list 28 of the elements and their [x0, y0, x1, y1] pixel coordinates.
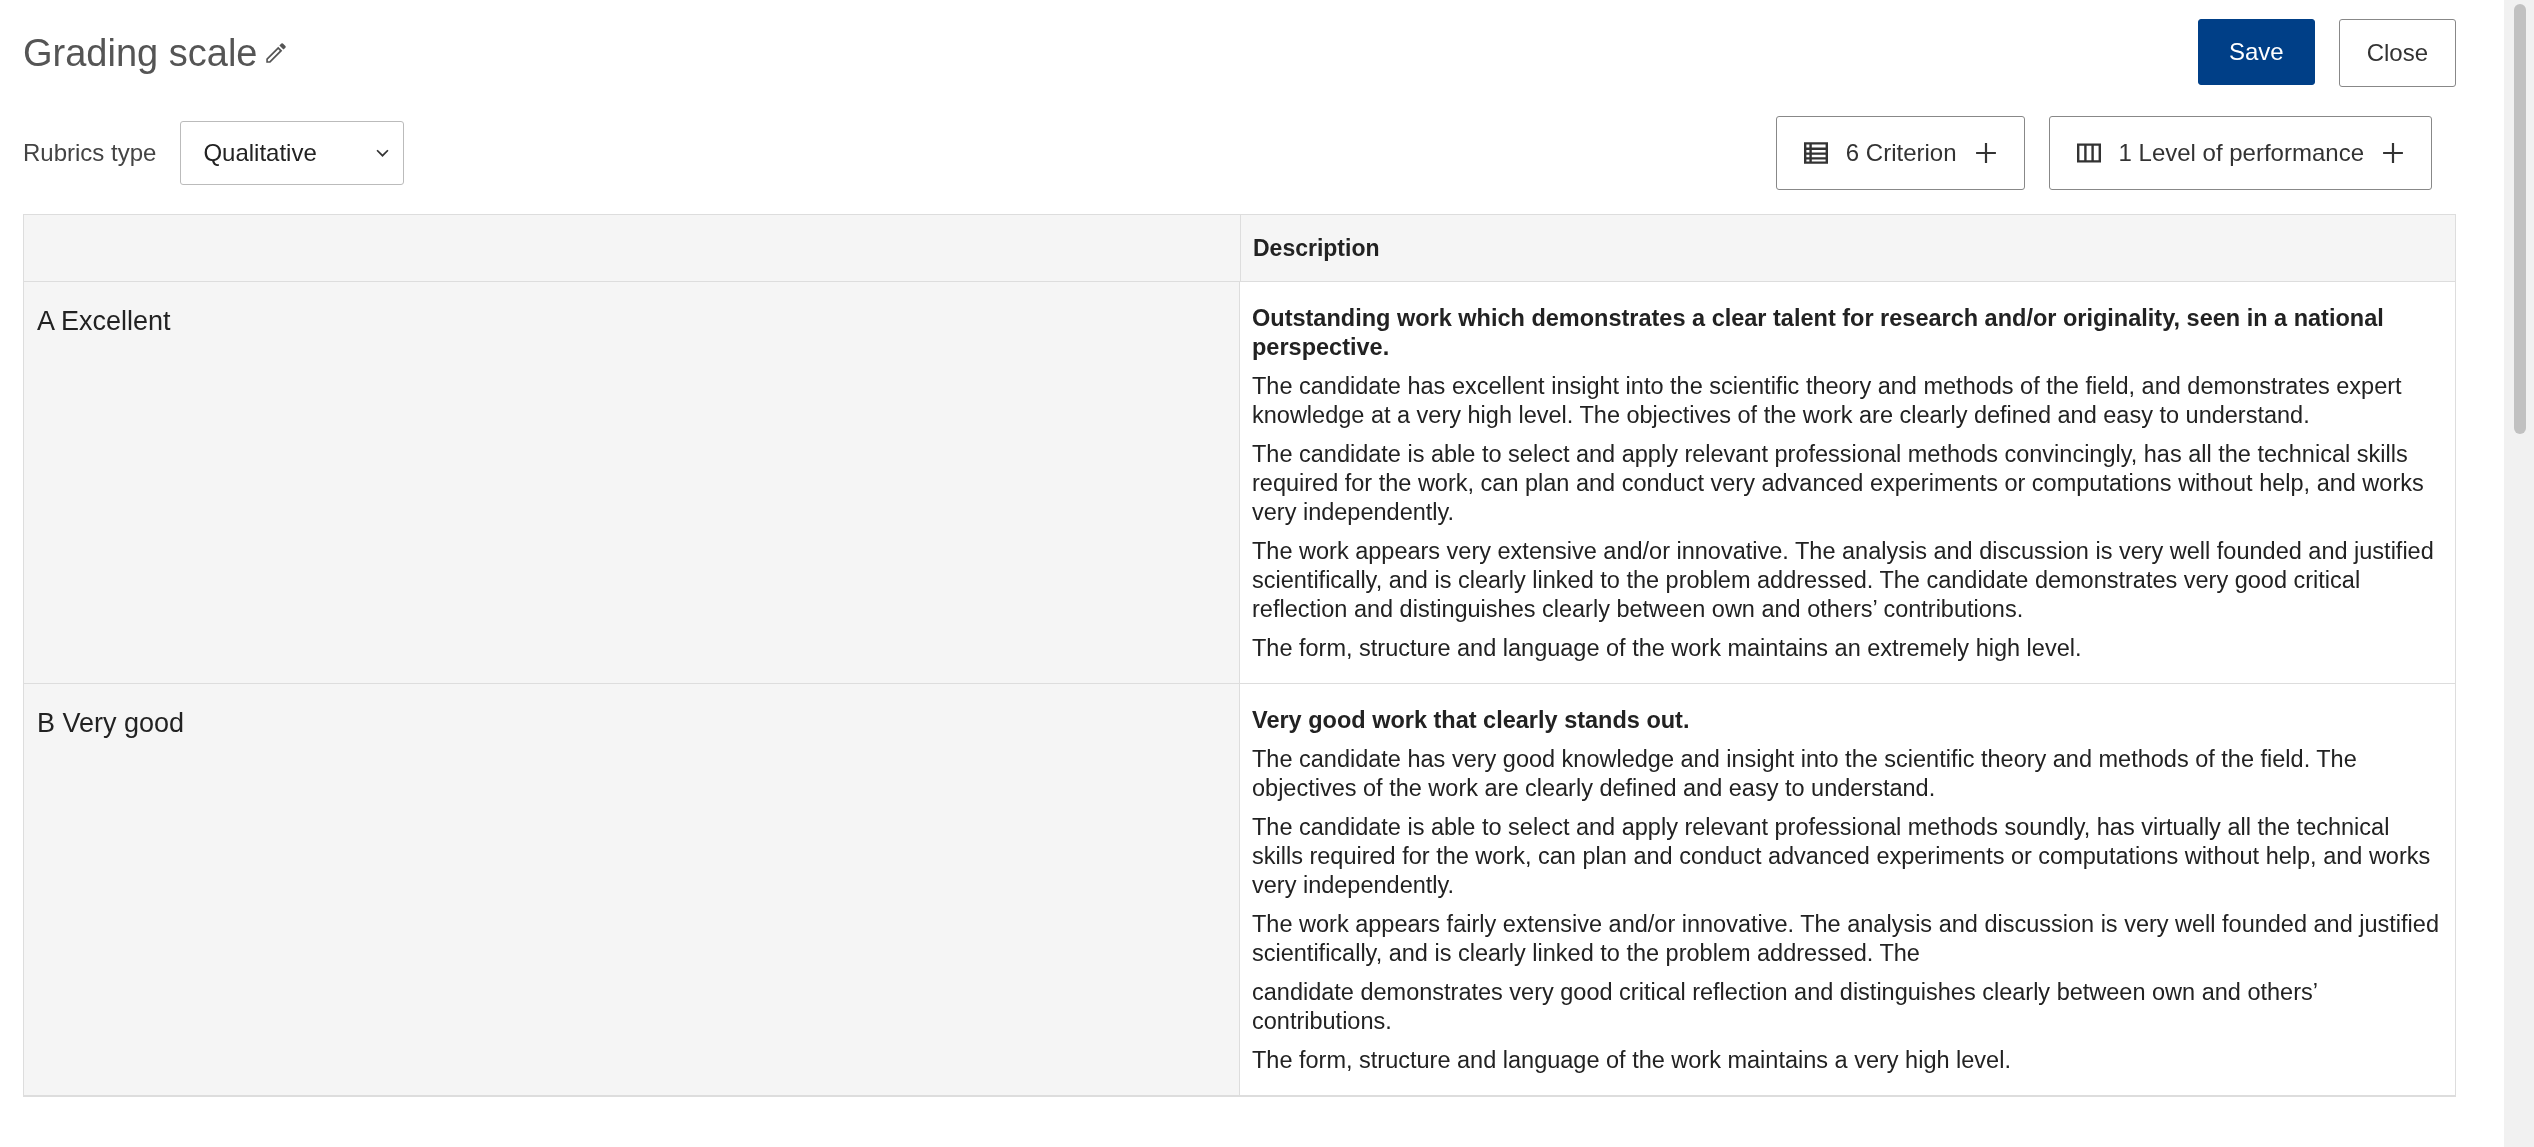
description-paragraph: The candidate has very good knowledge and insight into the scientific theory and methods of the field. The objectives of the work are clearly defined and easy to understand. [1252, 745, 2358, 803]
description-summary: Outstanding work which demonstrates a clear talent for research and/or originality, seen in a national perspective. [1252, 304, 2385, 362]
level-name: A Excellent [37, 306, 171, 336]
plus-icon [1974, 142, 1997, 164]
add-criterion-button[interactable]: 6 Criterion [1775, 116, 2025, 190]
scrollbar-thumb[interactable] [2514, 4, 2526, 434]
description-paragraph: The work appears very extensive and/or innovative. The analysis and discussion is very well founded and justified scientifically, and is clearly linked to the problem addressed. The candidate demonstrates very good critical reflection and distinguishes clearly between own and others’ contributions. [1252, 537, 2435, 624]
description-paragraph: The candidate has excellent insight into the scientific theory and methods of the field, and demonstrates expert knowledge at a very high level. The objectives of the work are clearly defined and easy to understand. [1252, 372, 2403, 430]
level-name: B Very good [37, 708, 185, 738]
table-columns-icon [2076, 143, 2101, 163]
description-paragraph: The candidate is able to select and apply relevant professional methods soundly, has virtually all the technical skills required for the work, can plan and conduct advanced experiments or computations without help, and works very independently. [1252, 813, 2432, 900]
save-button[interactable]: Save [2197, 19, 2315, 85]
chevron-down-icon [376, 148, 390, 158]
scrollbar[interactable] [2504, 0, 2534, 1147]
plus-icon [2382, 142, 2404, 164]
description-paragraph: The form, structure and language of the work maintains an extremely high level. [1252, 634, 2083, 663]
description-paragraph: The candidate is able to select and apply relevant professional methods convincingly, has all the technical skills required for the work, can plan and conduct very advanced experiments or computations without help, and works very independently. [1252, 440, 2425, 527]
add-level-button[interactable]: 1 Level of performance [2048, 116, 2432, 190]
close-button[interactable]: Close [2338, 19, 2456, 87]
table-rows-icon [1803, 142, 1828, 164]
description-paragraph: The work appears fairly extensive and/or innovative. The analysis and discussion is very well founded and justified scientifically, and is clearly linked to the problem addressed. The [1252, 910, 2440, 968]
column-header: Description [1252, 233, 1381, 263]
rubrics-type-dropdown[interactable]: Qualitative [180, 121, 405, 185]
description-paragraph: The form, structure and language of the work maintains a very high level. [1252, 1046, 2012, 1075]
description-summary: Very good work that clearly stands out. [1252, 706, 1691, 735]
page-title: Grading scale [23, 31, 258, 75]
description-paragraph: candidate demonstrates very good critical reflection and distinguishes clearly between own and others’ contributions. [1252, 978, 2319, 1036]
rubrics-type-label: Rubrics type [23, 139, 157, 167]
